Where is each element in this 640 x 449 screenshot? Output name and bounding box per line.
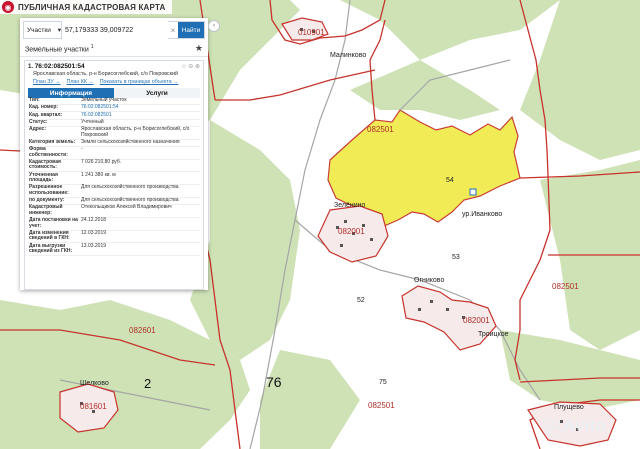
- app-header: ◉ ПУБЛИЧНАЯ КАДАСТРОВАЯ КАРТА: [0, 0, 172, 14]
- parcel-label-54: 54: [446, 177, 454, 184]
- search-type-value: Участки: [27, 26, 51, 34]
- parcel-label-75: 75: [379, 379, 387, 386]
- village-malinkovo: Малинково: [330, 52, 367, 59]
- search-row: Участки ▾ × Найти: [23, 21, 205, 39]
- results-count: 1: [90, 43, 94, 50]
- info-row-value: Для сельскохозяйственного производства: [81, 184, 179, 191]
- quarter-label-010901: 010901: [298, 28, 325, 37]
- favorite-star-icon[interactable]: ★: [195, 43, 203, 54]
- info-row: Категория земель: Земли сельскохозяйствен…: [28, 138, 200, 147]
- info-row: Кадастровый инженер: Отекольщиков Алексей…: [28, 205, 200, 218]
- info-row-value: Учтенный: [81, 118, 104, 125]
- info-row-key: Уточненная площадь:: [29, 171, 58, 184]
- info-row: Дата изменения сведений в ГКН: 12.03.2019: [28, 229, 200, 244]
- info-row-key: Разрешенное использование:: [29, 184, 69, 196]
- info-row-value: 13.03.2019: [81, 242, 107, 249]
- info-row-key: Форма собственности:: [29, 146, 68, 158]
- results-header: Земельные участки 1 ★: [20, 39, 208, 57]
- results-title: Земельные участки 1: [25, 43, 94, 54]
- parcel-label-52: 52: [357, 297, 365, 304]
- result-links: План ЗУ → План КК → Показать в границах …: [25, 77, 203, 87]
- quarter-label-082501-right: 082501: [552, 282, 579, 291]
- clear-search-icon[interactable]: ×: [168, 26, 178, 35]
- find-button[interactable]: Найти: [178, 22, 204, 38]
- location-marker[interactable]: [469, 188, 477, 196]
- result-index: 1.: [28, 64, 34, 70]
- avito-logo-icon: [541, 416, 561, 437]
- info-row-key: Статус:: [29, 118, 48, 125]
- quarter-label-081601: 081601: [80, 402, 107, 411]
- app-logo-icon: ◉: [2, 1, 14, 13]
- panel-toggle-icon[interactable]: ‹: [208, 20, 220, 32]
- card-controls-icon[interactable]: ☆ ⊖ ⊕: [181, 63, 200, 70]
- info-row-key: Кадастровая стоимость:: [29, 158, 61, 171]
- info-row-value: Отекольщиков Алексей Владимирович: [81, 204, 172, 211]
- info-row-value: 12.03.2019: [81, 229, 107, 236]
- region-label-76: 76: [266, 374, 282, 390]
- chevron-down-icon: ▾: [57, 27, 61, 34]
- quarter-label-082001-b: 082001: [463, 316, 490, 325]
- quarter-label-082001-a: 082001: [338, 227, 365, 236]
- village-ivankovo: ур.Иванково: [462, 211, 503, 218]
- avito-wordmark: Avito: [563, 416, 607, 435]
- info-row-key: Категория земель:: [29, 138, 76, 145]
- parcel-label-2: 2: [144, 376, 152, 391]
- info-row: Дата постановки на учет: 24.12.2018: [28, 217, 200, 231]
- village-ogrikovo: Огниково: [414, 277, 445, 284]
- info-table: Тип: Земельный участок Кад. номер: 76:02:08…: [28, 97, 200, 257]
- village-shelkovo: Шелково: [80, 380, 109, 387]
- info-row-key: Адрес:: [29, 126, 46, 133]
- result-cadastral-number[interactable]: 76:02:082501:54: [35, 63, 85, 70]
- info-row-key: Кад. квартал:: [29, 111, 63, 118]
- info-row: Адрес: Ярославская область, р-н Борисогле…: [28, 126, 200, 140]
- result-address: Ярославская область, р-н Борисоглебский,…: [33, 71, 178, 77]
- avito-watermark: Avito: [541, 416, 607, 437]
- info-row-key: Кад. номер:: [29, 104, 59, 111]
- info-row: Форма собственности: -: [28, 146, 200, 160]
- search-panel: Участки ▾ × Найти Земельные участки 1 ★ …: [20, 18, 208, 290]
- info-row-value: -: [81, 146, 83, 153]
- info-row-value: 24.12.2018: [81, 217, 107, 224]
- village-zelenino: Зелёнино: [334, 202, 366, 209]
- info-row-key: Кадастровый инженер:: [29, 204, 63, 216]
- result-card: 1. 76:02:082501:54 ☆ ⊖ ⊕ Ярославская обл…: [24, 60, 204, 290]
- info-row: Кадастровая стоимость: 7 026 210,80 руб.: [28, 158, 200, 173]
- info-row-key: Дата изменения сведений в ГКН:: [29, 229, 70, 242]
- info-row: Разрешенное использование: Для сельскохоз…: [28, 185, 200, 198]
- app-title: ПУБЛИЧНАЯ КАДАСТРОВАЯ КАРТА: [18, 2, 166, 12]
- info-row-key: Дата выгрузки сведений из ГКН:: [29, 242, 73, 255]
- info-row: Дата выгрузки сведений из ГКН: 13.03.2019: [28, 242, 200, 257]
- info-row-value: 1 241 380 кв. м: [81, 171, 116, 178]
- info-row-value: Земли сельскохозяйственного назначения: [81, 138, 180, 145]
- village-plushchevo: Плущево: [554, 404, 584, 411]
- parcel-label-53: 53: [452, 254, 460, 261]
- search-type-select[interactable]: Участки ▾: [24, 22, 62, 38]
- quarter-label-082601: 082601: [129, 326, 156, 335]
- info-row-value: Земельный участок: [81, 97, 127, 104]
- show-bounds-link[interactable]: Показать в границах объекта →: [100, 79, 179, 85]
- result-card-header: 1. 76:02:082501:54 ☆ ⊖ ⊕: [25, 61, 203, 70]
- info-row-key: Дата постановки на учет:: [29, 217, 78, 229]
- info-row-value: Ярославская область, р-н Борисоглебский,…: [81, 126, 190, 138]
- info-row-value[interactable]: 76:02:082501:54: [81, 105, 200, 111]
- quarter-label-082501-bottom: 082501: [368, 401, 395, 410]
- info-row-value[interactable]: 76:02:082501: [81, 112, 200, 118]
- info-row: Кад. квартал: 76:02:082501: [28, 111, 200, 120]
- plan-zu-link[interactable]: План ЗУ →: [33, 79, 61, 85]
- info-row-value: 7 026 210,80 руб.: [81, 158, 122, 165]
- quarter-label-082501-top: 082501: [367, 125, 394, 134]
- info-row-key: Тип:: [29, 97, 40, 104]
- plan-kk-link[interactable]: План КК →: [67, 79, 94, 85]
- village-troitskoe: Троицкое: [478, 331, 509, 338]
- search-input[interactable]: [62, 21, 168, 39]
